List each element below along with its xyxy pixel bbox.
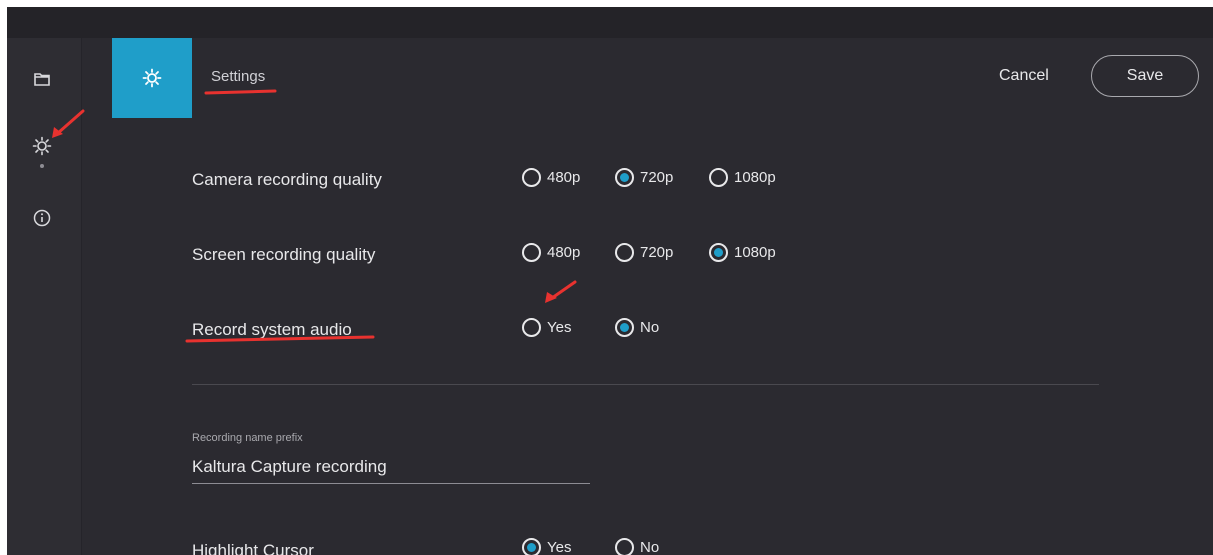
camera-quality-720p-radio[interactable]: 720p [615,168,673,187]
radio-label: Yes [547,539,572,555]
active-indicator-dot [40,164,44,168]
radio-circle [522,538,541,555]
radio-circle [522,168,541,187]
section-divider [192,384,1099,385]
highlight-cursor-no-radio[interactable]: No [615,538,659,555]
radio-label: 720p [640,169,674,186]
radio-circle [615,168,634,187]
name-prefix-caption: Recording name prefix [192,432,303,444]
radio-label: 1080p [734,169,776,186]
app-window: Settings Cancel Save Camera recording qu… [7,7,1213,555]
radio-circle [709,243,728,262]
radio-label: 720p [640,244,674,261]
folder-icon[interactable] [31,68,53,90]
highlight-cursor-yes-radio[interactable]: Yes [522,538,571,555]
radio-circle [615,318,634,337]
radio-circle [522,318,541,337]
system-audio-yes-radio[interactable]: Yes [522,318,571,337]
info-icon[interactable] [31,207,53,229]
screen-quality-1080p-radio[interactable]: 1080p [709,243,776,262]
radio-circle [522,243,541,262]
gear-icon[interactable] [31,135,53,157]
settings-header-tile [112,38,192,118]
radio-circle [615,243,634,262]
screen-quality-label: Screen recording quality [192,245,376,264]
camera-quality-1080p-radio[interactable]: 1080p [709,168,776,187]
screen-quality-720p-radio[interactable]: 720p [615,243,673,262]
radio-circle [615,538,634,555]
radio-label: 480p [547,244,581,261]
sidebar [7,38,82,555]
radio-circle [709,168,728,187]
radio-label: 1080p [734,244,776,261]
camera-quality-480p-radio[interactable]: 480p [522,168,580,187]
camera-quality-label: Camera recording quality [192,170,382,189]
page-title[interactable]: Settings [211,68,265,85]
system-audio-no-radio[interactable]: No [615,318,659,337]
highlight-cursor-label: Highlight Cursor [192,541,314,555]
gear-icon [142,68,162,88]
radio-label: Yes [547,319,572,336]
cancel-button[interactable]: Cancel [999,67,1049,85]
save-button[interactable]: Save [1091,55,1199,97]
system-audio-label: Record system audio [192,320,352,339]
radio-label: No [640,319,660,336]
screen-quality-480p-radio[interactable]: 480p [522,243,580,262]
top-strip [7,7,1213,38]
radio-label: No [640,539,660,555]
radio-label: 480p [547,169,581,186]
settings-panel: Settings Cancel Save Camera recording qu… [82,38,1213,555]
name-prefix-input[interactable] [192,450,590,484]
